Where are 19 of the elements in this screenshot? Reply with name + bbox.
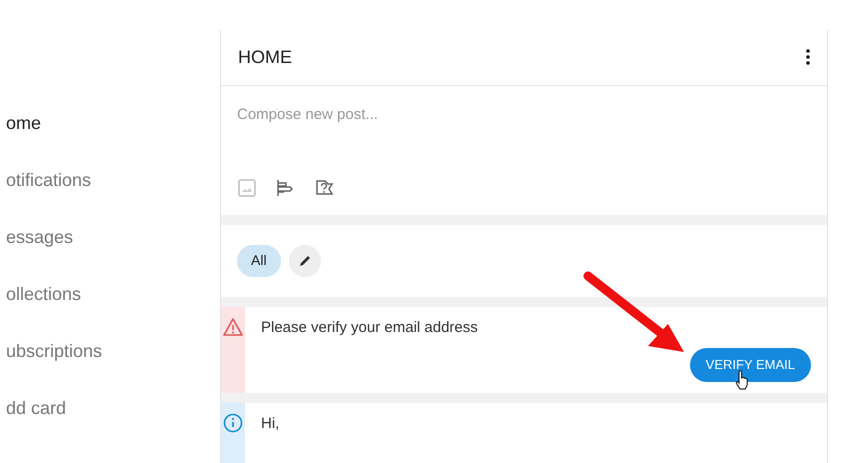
sidebar-item[interactable]: ollections — [6, 284, 220, 304]
pencil-icon — [298, 254, 312, 268]
more-icon[interactable] — [806, 49, 810, 66]
sidebar-item[interactable]: ome — [6, 113, 220, 133]
sidebar-item[interactable]: ubscriptions — [6, 341, 220, 361]
sidebar-item[interactable]: dd card — [6, 398, 220, 418]
hand-cursor-icon — [734, 370, 750, 390]
sidebar-item[interactable]: essages — [6, 227, 220, 247]
bar-chart-icon[interactable] — [275, 178, 295, 198]
warning-icon — [222, 317, 244, 337]
page-title: HOME — [238, 46, 292, 69]
info-icon — [223, 413, 243, 433]
notice-text: Hi, — [261, 414, 280, 434]
filter-chip[interactable]: All — [237, 244, 281, 277]
sidebar-item[interactable]: otifications — [6, 170, 220, 190]
verify-email-button[interactable]: VERIFY EMAIL — [690, 348, 811, 382]
compose-field[interactable]: Compose new post... — [237, 104, 811, 126]
notice-text: Please verify your email address — [261, 318, 479, 338]
edit-button[interactable] — [288, 244, 321, 277]
